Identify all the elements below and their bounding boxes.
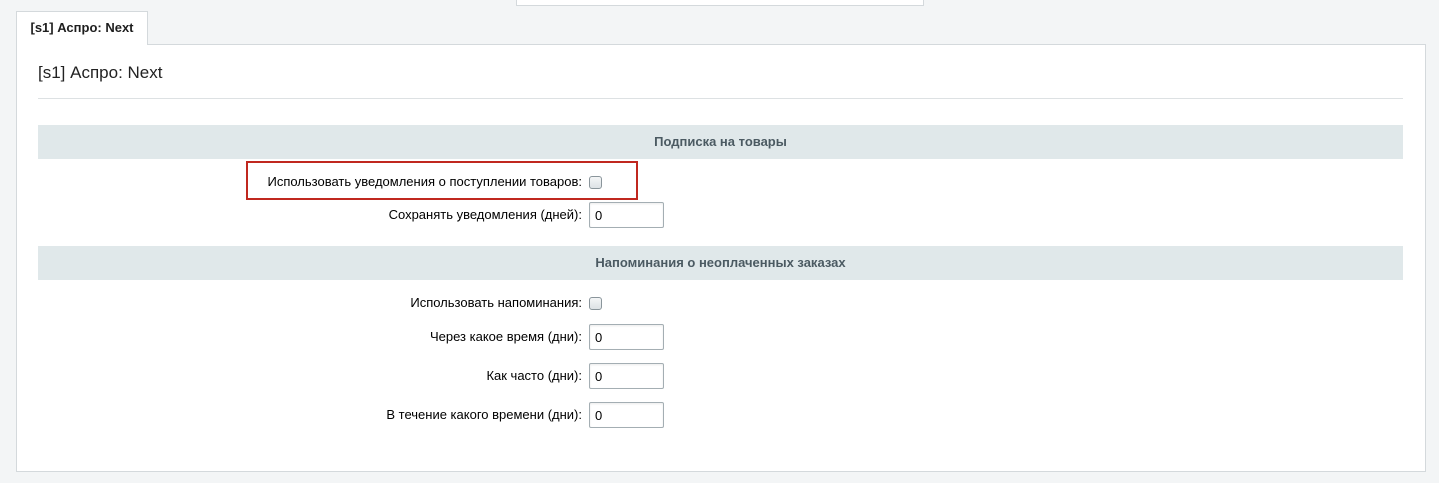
section-header-unpaid-orders-reminders: Напоминания о неоплаченных заказах: [38, 246, 1403, 280]
reminder-duration-days-input[interactable]: [589, 402, 664, 428]
settings-panel: [s1] Аспро: Next Подписка на товары Испо…: [16, 44, 1426, 472]
keep-notifications-days-input[interactable]: [589, 202, 664, 228]
tab-s1-aspro-next[interactable]: [s1] Аспро: Next: [16, 11, 148, 45]
field-row-reminder-frequency-days: Как часто (дни):: [38, 362, 1403, 390]
reminder-delay-days-input[interactable]: [589, 324, 664, 350]
panel-title: [s1] Аспро: Next: [38, 63, 163, 82]
field-label: Как часто (дни):: [486, 368, 582, 383]
field-row-reminder-delay-days: Через какое время (дни):: [38, 323, 1403, 351]
title-divider: [38, 98, 1403, 99]
use-reminders-checkbox[interactable]: [589, 296, 602, 310]
section-header-product-subscription: Подписка на товары: [38, 125, 1403, 159]
field-label: Сохранять уведомления (дней):: [388, 207, 582, 222]
field-row-reminder-duration-days: В течение какого времени (дни):: [38, 401, 1403, 429]
field-row-keep-notifications-days: Сохранять уведомления (дней):: [38, 201, 1403, 229]
reminder-frequency-days-input[interactable]: [589, 363, 664, 389]
top-strip: [516, 0, 924, 6]
field-label: Через какое время (дни):: [429, 329, 582, 344]
field-label: Использовать уведомления о поступлении т…: [267, 174, 582, 189]
field-row-use-reminders: Использовать напоминания:: [38, 289, 1403, 317]
field-label: Использовать напоминания:: [410, 295, 582, 310]
use-notifications-checkbox[interactable]: [589, 175, 602, 189]
field-label: В течение какого времени (дни):: [386, 407, 582, 422]
field-row-use-notifications: Использовать уведомления о поступлении т…: [38, 168, 1403, 196]
